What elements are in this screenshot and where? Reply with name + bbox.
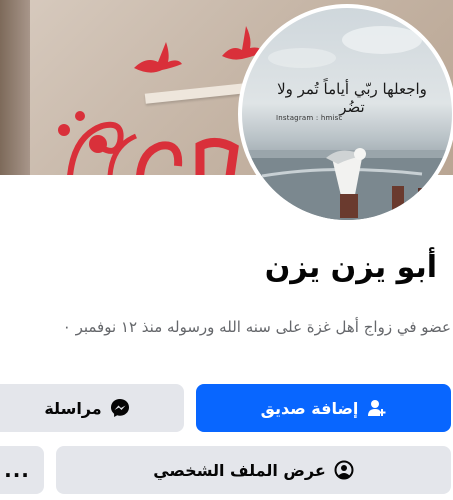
profile-photo-quote: واجعلها ربّي أياماً تُمر ولا تضُر <box>277 80 427 116</box>
profile-photo-instagram-caption: Instagram : hmisc <box>276 114 343 122</box>
add-friend-button[interactable]: إضافة صديق <box>196 384 451 432</box>
profile-circle-icon <box>334 460 354 480</box>
more-options-button[interactable]: ... <box>0 446 44 494</box>
profile-bio: عضو في زواج أهل غزة على سنه الله ورسوله … <box>62 318 451 336</box>
profile-name: أبو يزن يزن <box>264 250 437 285</box>
message-label: مراسلة <box>44 398 102 418</box>
cover-wall-shadow <box>0 0 30 175</box>
message-button[interactable]: مراسلة <box>0 384 184 432</box>
add-friend-label: إضافة صديق <box>260 398 359 418</box>
bird-decal-icon <box>134 42 182 73</box>
view-profile-button[interactable]: عرض الملف الشخصي <box>56 446 451 494</box>
profile-photo[interactable]: واجعلها ربّي أياماً تُمر ولا تضُر Instag… <box>238 4 453 224</box>
more-options-label: ... <box>4 458 30 482</box>
messenger-icon <box>110 398 130 418</box>
view-profile-label: عرض الملف الشخصي <box>153 460 326 480</box>
add-friend-icon <box>366 398 386 418</box>
floral-decal-icon <box>58 111 239 175</box>
